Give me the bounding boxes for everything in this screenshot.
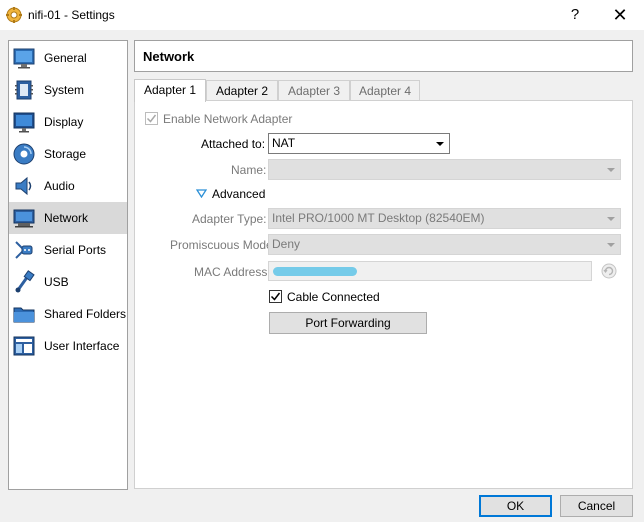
name-select[interactable]: [268, 159, 621, 180]
ok-button[interactable]: OK: [479, 495, 552, 517]
sidebar-item-shared-folders[interactable]: Shared Folders: [9, 298, 127, 330]
sidebar-item-system[interactable]: System: [9, 74, 127, 106]
enable-adapter-checkbox[interactable]: [145, 112, 158, 125]
promiscuous-mode-label: Promiscuous Mode:: [170, 238, 277, 252]
sidebar-item-network[interactable]: Network: [9, 202, 127, 234]
close-button[interactable]: ✕: [598, 0, 642, 30]
sidebar-item-label: General: [44, 51, 87, 65]
chevron-down-icon: [607, 217, 615, 221]
adapter-type-value: Intel PRO/1000 MT Desktop (82540EM): [272, 211, 485, 225]
check-icon: [146, 114, 157, 123]
chevron-down-icon: [607, 243, 615, 247]
name-label: Name:: [231, 163, 267, 177]
display-icon: [13, 112, 35, 133]
cable-connected-checkbox[interactable]: [269, 290, 282, 303]
mac-address-label: MAC Address:: [194, 265, 271, 279]
sidebar-item-label: User Interface: [44, 339, 120, 353]
serial-ports-icon: [15, 241, 33, 259]
attached-to-label: Attached to:: [201, 137, 266, 151]
audio-icon: [15, 176, 32, 196]
sidebar-item-general[interactable]: General: [9, 42, 127, 74]
check-icon: [270, 292, 281, 301]
sidebar-item-label: Storage: [44, 147, 87, 161]
sidebar-item-storage[interactable]: Storage: [9, 138, 127, 170]
refresh-mac-icon[interactable]: [601, 263, 617, 279]
sidebar-item-audio[interactable]: Audio: [9, 170, 127, 202]
shared-folders-icon: [13, 307, 35, 323]
title-bar: nifi-01 - Settings ? ✕: [0, 0, 644, 30]
window-title: nifi-01 - Settings: [28, 8, 115, 22]
page-title: Network: [143, 49, 195, 64]
help-button[interactable]: ?: [560, 0, 590, 30]
port-forwarding-button[interactable]: Port Forwarding: [269, 312, 427, 334]
cable-connected-label: Cable Connected: [287, 290, 380, 304]
general-icon: [13, 48, 35, 69]
promiscuous-mode-value: Deny: [272, 237, 301, 251]
advanced-expand-icon[interactable]: [196, 189, 207, 198]
network-icon: [13, 209, 35, 228]
cancel-button[interactable]: Cancel: [560, 495, 633, 517]
usb-icon: [15, 270, 35, 293]
tab-adapter-4[interactable]: Adapter 4: [350, 80, 420, 101]
attached-to-select[interactable]: NAT: [268, 133, 450, 154]
user-interface-icon: [13, 336, 35, 356]
adapter-type-select[interactable]: Intel PRO/1000 MT Desktop (82540EM): [268, 208, 621, 229]
sidebar-item-label: Audio: [44, 179, 75, 193]
advanced-label[interactable]: Advanced: [212, 187, 265, 201]
sidebar-item-usb[interactable]: USB: [9, 266, 127, 298]
sidebar-item-serial-ports[interactable]: Serial Ports: [9, 234, 127, 266]
sidebar-item-label: Serial Ports: [44, 243, 107, 257]
storage-icon: [13, 143, 35, 165]
sidebar-item-label: Shared Folders: [44, 307, 127, 321]
tab-adapter-2[interactable]: Adapter 2: [206, 80, 278, 101]
attached-to-value: NAT: [272, 136, 296, 150]
sidebar-item-label: System: [44, 83, 85, 97]
virtualbox-app-icon: [6, 7, 22, 23]
sidebar-item-user-interface[interactable]: User Interface: [9, 330, 127, 362]
adapter-type-label: Adapter Type:: [192, 212, 267, 226]
chevron-down-icon: [607, 168, 615, 172]
enable-adapter-label: Enable Network Adapter: [163, 112, 293, 126]
mac-address-field[interactable]: [268, 261, 592, 281]
sidebar-item-label: USB: [44, 275, 69, 289]
system-icon: [15, 80, 33, 100]
settings-sidebar: General System Display Storage Audio Net…: [8, 40, 128, 490]
page-header: Network: [134, 40, 633, 72]
sidebar-item-label: Network: [44, 211, 89, 225]
mac-address-redaction: [273, 267, 357, 276]
sidebar-item-display[interactable]: Display: [9, 106, 127, 138]
sidebar-item-label: Display: [44, 115, 84, 129]
promiscuous-mode-select[interactable]: Deny: [268, 234, 621, 255]
tab-adapter-3[interactable]: Adapter 3: [278, 80, 350, 101]
tab-adapter-1[interactable]: Adapter 1: [134, 79, 206, 102]
chevron-down-icon: [436, 142, 444, 146]
